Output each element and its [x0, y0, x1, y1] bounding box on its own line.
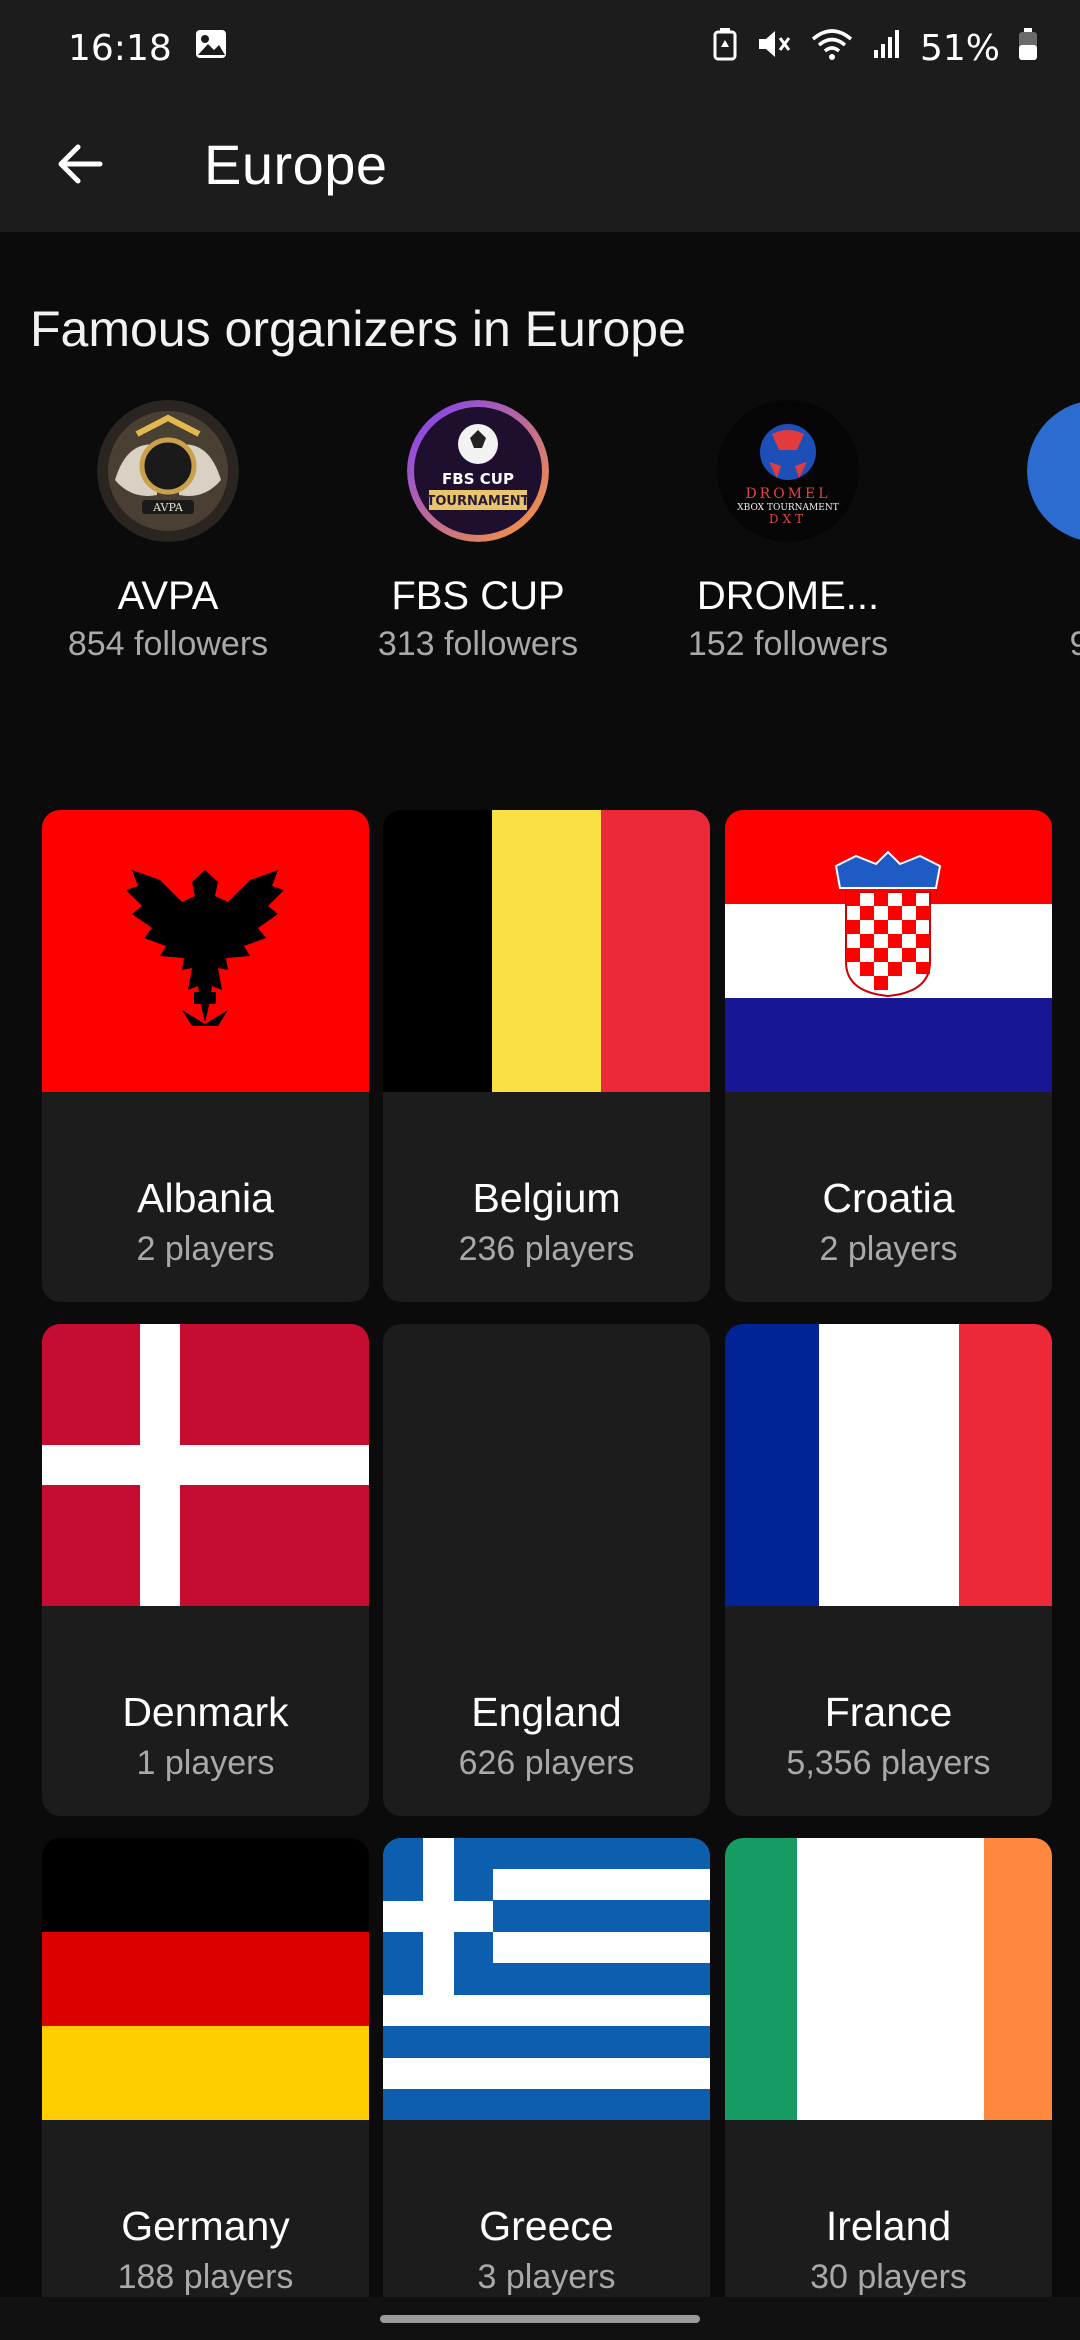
- organizers-carousel[interactable]: AVPA AVPA 854 followers FBS CUP TOURNAME…: [0, 400, 1080, 700]
- country-players: 1 players: [136, 1744, 275, 1782]
- section-title-organizers: Famous organizers in Europe: [30, 301, 686, 357]
- arrow-left-icon: [58, 144, 103, 184]
- country-players: 3 players: [477, 2258, 616, 2296]
- country-card-germany[interactable]: Germany 188 players: [42, 1838, 369, 2330]
- battery-icon: [1018, 27, 1038, 70]
- page-title: Europe: [204, 132, 388, 196]
- france-flag-icon: [725, 1324, 1052, 1606]
- organizer-name: F: [953, 574, 1080, 619]
- gallery-icon: [194, 28, 228, 69]
- svg-text:AVPA: AVPA: [152, 501, 184, 514]
- country-name: Greece: [479, 2203, 614, 2249]
- croatia-flag-icon: [725, 810, 1052, 1092]
- country-card-albania[interactable]: Albania 2 players: [42, 810, 369, 1302]
- svg-text:TOURNAMENT: TOURNAMENT: [427, 494, 530, 509]
- country-players: 626 players: [458, 1744, 635, 1782]
- denmark-flag-icon: [42, 1324, 369, 1606]
- germany-flag-icon: [42, 1838, 369, 2120]
- country-name: Denmark: [122, 1689, 289, 1735]
- organizer-avatar: DROMEL XBOX TOURNAMENT DXT: [717, 400, 859, 542]
- wifi-icon: [810, 27, 854, 70]
- country-name: Albania: [137, 1175, 274, 1221]
- organizer-name: DROME...: [696, 574, 880, 618]
- country-name: Ireland: [825, 2203, 952, 2249]
- country-name: Germany: [121, 2203, 290, 2249]
- organizer-followers: 152 followers: [687, 625, 889, 663]
- organizer-followers: 96 f: [1069, 625, 1080, 663]
- england-flag-placeholder: [383, 1324, 710, 1606]
- country-players: 2 players: [136, 1230, 275, 1268]
- battery-percent: 51%: [919, 27, 1000, 69]
- country-name: Belgium: [472, 1175, 621, 1221]
- organizer-item[interactable]: FBS CUP TOURNAMENT FBS CUP 313 followers: [333, 400, 623, 664]
- organizer-followers: 313 followers: [377, 625, 579, 663]
- organizer-item[interactable]: AVPA AVPA 854 followers: [23, 400, 313, 664]
- country-name: Croatia: [822, 1175, 955, 1221]
- country-card-ireland[interactable]: Ireland 30 players: [725, 1838, 1052, 2330]
- svg-text:DROMEL: DROMEL: [745, 486, 830, 502]
- organizer-avatar: [1027, 402, 1080, 540]
- back-button[interactable]: [30, 114, 130, 214]
- greece-flag-icon: [383, 1838, 710, 2120]
- country-card-croatia[interactable]: Croatia 2 players: [725, 810, 1052, 1302]
- organizer-name: FBS CUP: [391, 574, 565, 618]
- country-players: 5,356 players: [786, 1744, 991, 1782]
- battery-saver-icon: [712, 27, 738, 70]
- country-players: 236 players: [458, 1230, 635, 1268]
- country-players: 2 players: [819, 1230, 958, 1268]
- organizer-item[interactable]: F 96 f: [953, 400, 1080, 664]
- mute-icon: [756, 27, 792, 70]
- status-time: 16:18: [68, 27, 172, 69]
- organizer-avatar: AVPA: [97, 400, 239, 542]
- belgium-flag-icon: [383, 810, 710, 1092]
- status-bar: 16:18 51%: [0, 0, 1080, 96]
- signal-icon: [872, 28, 902, 69]
- country-card-belgium[interactable]: Belgium 236 players: [383, 810, 710, 1302]
- organizer-avatar: FBS CUP TOURNAMENT: [407, 400, 549, 542]
- albania-flag-icon: [42, 810, 369, 1092]
- country-card-england[interactable]: England 626 players: [383, 1324, 710, 1816]
- organizer-name: AVPA: [117, 574, 219, 618]
- svg-text:FBS CUP: FBS CUP: [442, 470, 514, 488]
- navigation-bar: [0, 2297, 1080, 2340]
- country-players: 30 players: [810, 2258, 967, 2296]
- country-players: 188 players: [117, 2258, 294, 2296]
- country-name: England: [471, 1689, 622, 1735]
- country-card-france[interactable]: France 5,356 players: [725, 1324, 1052, 1816]
- ireland-flag-icon: [725, 1838, 1052, 2120]
- organizer-followers: 854 followers: [67, 625, 269, 663]
- country-card-greece[interactable]: Greece 3 players: [383, 1838, 710, 2330]
- country-name: France: [824, 1689, 953, 1735]
- home-indicator[interactable]: [380, 2315, 700, 2323]
- svg-text:DXT: DXT: [769, 512, 807, 526]
- organizer-item[interactable]: DROMEL XBOX TOURNAMENT DXT DROME... 152 …: [643, 400, 933, 664]
- app-bar: Europe: [0, 96, 1080, 232]
- country-card-denmark[interactable]: Denmark 1 players: [42, 1324, 369, 1816]
